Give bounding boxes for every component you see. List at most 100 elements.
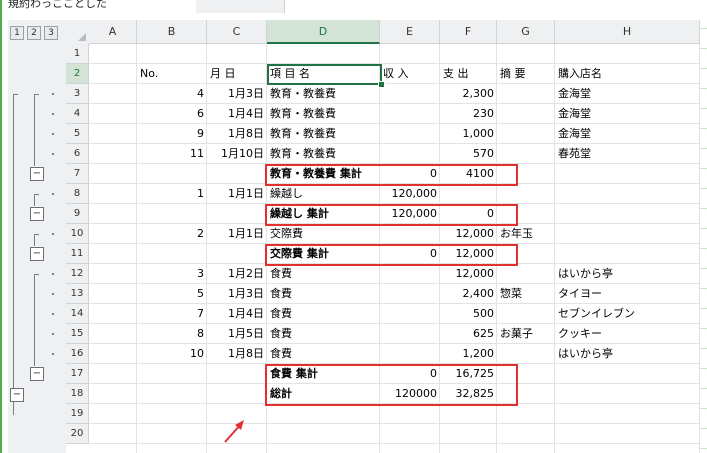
cell-item-name[interactable]: 教育・教養費	[267, 104, 380, 124]
header-memo[interactable]: 摘 要	[497, 64, 555, 84]
cell-expense[interactable]: 570	[440, 144, 497, 164]
cell-no[interactable]	[137, 384, 207, 404]
cell-income[interactable]	[380, 324, 440, 344]
cell-item-name[interactable]: 食費	[267, 264, 380, 284]
header-shop[interactable]: 購入店名	[555, 64, 700, 84]
cell-expense[interactable]: 12,000	[440, 264, 497, 284]
cell-date[interactable]	[207, 244, 267, 264]
row-header-6[interactable]: 6	[66, 144, 89, 164]
outline-collapse-group-button[interactable]: −	[30, 367, 44, 381]
cell-date[interactable]: 1月2日	[207, 264, 267, 284]
cell-expense[interactable]: 625	[440, 324, 497, 344]
cell-item-name[interactable]: 食費	[267, 284, 380, 304]
cell-expense[interactable]: 230	[440, 104, 497, 124]
row-header-18[interactable]: 18	[66, 384, 89, 404]
cell-memo[interactable]	[497, 184, 555, 204]
cell-no[interactable]	[137, 364, 207, 384]
cell-date[interactable]: 1月5日	[207, 324, 267, 344]
header-date[interactable]: 月 日	[207, 64, 267, 84]
cell-shop[interactable]: タイヨー	[555, 284, 700, 304]
outline-collapse-group-button[interactable]: −	[30, 207, 44, 221]
row-header-1[interactable]: 1	[66, 44, 89, 64]
cell-income[interactable]	[380, 84, 440, 104]
cell-shop[interactable]: セブンイレブン	[555, 304, 700, 324]
row-header-3[interactable]: 3	[66, 84, 89, 104]
outline-collapse-level1-button[interactable]: −	[10, 388, 24, 402]
cell-memo[interactable]: お年玉	[497, 224, 555, 244]
outline-level-3-button[interactable]: 3	[44, 26, 58, 40]
cell-shop[interactable]: 金海堂	[555, 84, 700, 104]
cell-shop[interactable]: はいから亭	[555, 264, 700, 284]
cell-income[interactable]	[380, 284, 440, 304]
cell-memo[interactable]	[497, 144, 555, 164]
cell-date[interactable]: 1月1日	[207, 224, 267, 244]
cell-no[interactable]: 7	[137, 304, 207, 324]
cell-no[interactable]: 11	[137, 144, 207, 164]
cell-shop[interactable]: はいから亭	[555, 344, 700, 364]
cell-item-name[interactable]: 教育・教養費	[267, 144, 380, 164]
column-header-a[interactable]: A	[89, 20, 137, 44]
cell-date[interactable]	[207, 384, 267, 404]
outline-collapse-group-button[interactable]: −	[30, 167, 44, 181]
column-header-d[interactable]: D	[267, 20, 380, 44]
cell-no[interactable]	[137, 164, 207, 184]
cell-memo[interactable]	[497, 344, 555, 364]
cell-date[interactable]: 1月4日	[207, 304, 267, 324]
cell-date[interactable]	[207, 364, 267, 384]
select-all-button[interactable]	[66, 20, 90, 45]
cell-memo[interactable]	[497, 84, 555, 104]
cell-date[interactable]: 1月4日	[207, 104, 267, 124]
cell-date[interactable]	[207, 164, 267, 184]
row-header-16[interactable]: 16	[66, 344, 89, 364]
row-header-10[interactable]: 10	[66, 224, 89, 244]
cell-item-name[interactable]: 交際費	[267, 224, 380, 244]
column-header-h[interactable]: H	[555, 20, 700, 44]
cell-no[interactable]: 4	[137, 84, 207, 104]
outline-collapse-group-button[interactable]: −	[30, 247, 44, 261]
cell-no[interactable]: 1	[137, 184, 207, 204]
column-header-b[interactable]: B	[137, 20, 207, 44]
cell-date[interactable]: 1月3日	[207, 284, 267, 304]
cell-income[interactable]	[380, 124, 440, 144]
row-header-7[interactable]: 7	[66, 164, 89, 184]
cell-expense[interactable]: 500	[440, 304, 497, 324]
row-header-8[interactable]: 8	[66, 184, 89, 204]
cell-item-name[interactable]: 繰越し	[267, 184, 380, 204]
header-expense[interactable]: 支 出	[440, 64, 497, 84]
cell-shop[interactable]: 金海堂	[555, 104, 700, 124]
cell-memo[interactable]	[497, 124, 555, 144]
cell-shop[interactable]	[555, 164, 700, 184]
active-cell-d2[interactable]	[267, 64, 382, 85]
outline-level-1-button[interactable]: 1	[10, 26, 24, 40]
cell-shop[interactable]: 春苑堂	[555, 144, 700, 164]
cell-income[interactable]	[380, 224, 440, 244]
row-header-11[interactable]: 11	[66, 244, 89, 264]
cell-no[interactable]: 9	[137, 124, 207, 144]
row-header-5[interactable]: 5	[66, 124, 89, 144]
cell-shop[interactable]	[555, 184, 700, 204]
outline-level-2-button[interactable]: 2	[27, 26, 41, 40]
row-header-17[interactable]: 17	[66, 364, 89, 384]
cell-income[interactable]: 120,000	[380, 184, 440, 204]
cell-income[interactable]	[380, 104, 440, 124]
fill-handle[interactable]	[378, 81, 385, 88]
cell-date[interactable]: 1月3日	[207, 84, 267, 104]
cell-item-name[interactable]: 食費	[267, 304, 380, 324]
header-no[interactable]: No.	[137, 64, 207, 84]
cell-memo[interactable]	[497, 304, 555, 324]
column-header-f[interactable]: F	[440, 20, 497, 44]
cell-shop[interactable]	[555, 224, 700, 244]
cell-expense[interactable]	[440, 184, 497, 204]
cell-shop[interactable]	[555, 384, 700, 404]
cell-date[interactable]: 1月10日	[207, 144, 267, 164]
cell-income[interactable]	[380, 144, 440, 164]
row-header-13[interactable]: 13	[66, 284, 89, 304]
cell-no[interactable]	[137, 244, 207, 264]
row-header-15[interactable]: 15	[66, 324, 89, 344]
cell-no[interactable]: 3	[137, 264, 207, 284]
row-header-20[interactable]: 20	[66, 424, 89, 444]
cell-shop[interactable]	[555, 244, 700, 264]
cell-income[interactable]	[380, 344, 440, 364]
row-header-2[interactable]: 2	[66, 64, 89, 84]
cell-date[interactable]: 1月8日	[207, 344, 267, 364]
